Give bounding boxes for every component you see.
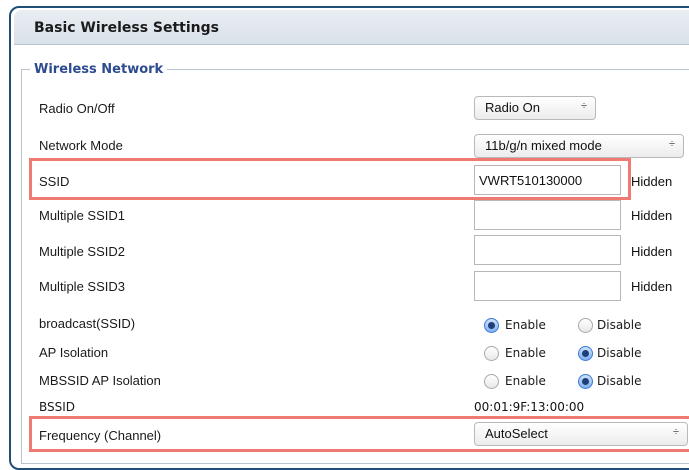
mbssid-enable-label: Enable (505, 374, 546, 388)
ap-isolation-enable-label: Enable (505, 346, 546, 360)
radio-onoff-value: Radio On (485, 100, 540, 115)
broadcast-ssid-label: broadcast(SSID) (39, 316, 136, 331)
ap-isolation-disable-radio[interactable] (578, 346, 593, 361)
ap-isolation-label: AP Isolation (39, 345, 109, 360)
bssid-value: 00:01:9F:13:00:00 (474, 400, 585, 414)
ap-isolation-enable-radio[interactable] (484, 346, 499, 361)
mbssid-ap-isolation-label: MBSSID AP Isolation (39, 373, 161, 388)
multiple-ssid1-label: Multiple SSID1 (39, 208, 125, 223)
multiple-ssid2-input[interactable] (474, 235, 621, 265)
frequency-highlight-box (29, 416, 689, 452)
mbssid-enable-radio[interactable] (484, 374, 499, 389)
broadcast-disable-label: Disable (597, 318, 642, 332)
multiple-ssid3-label: Multiple SSID3 (39, 279, 125, 294)
broadcast-disable-radio[interactable] (578, 318, 593, 333)
mbssid-disable-radio[interactable] (578, 374, 593, 389)
panel-header: Basic Wireless Settings (14, 10, 689, 45)
multiple-ssid3-input[interactable] (474, 271, 621, 301)
multiple-ssid1-hidden-label: Hidden (631, 208, 673, 223)
bssid-label: BSSID (39, 400, 76, 414)
broadcast-enable-radio[interactable] (484, 318, 499, 333)
ssid-highlight-box (29, 158, 631, 200)
multiple-ssid2-label: Multiple SSID2 (39, 244, 125, 259)
multiple-ssid3-hidden-label: Hidden (631, 279, 673, 294)
panel-title: Basic Wireless Settings (34, 20, 219, 36)
radio-onoff-select[interactable]: Radio On ÷ (474, 96, 596, 120)
ap-isolation-disable-label: Disable (597, 346, 642, 360)
network-mode-value: 11b/g/n mixed mode (485, 138, 602, 153)
broadcast-enable-label: Enable (505, 318, 546, 332)
updown-arrows-icon: ÷ (668, 138, 675, 150)
multiple-ssid2-hidden-label: Hidden (631, 244, 673, 259)
radio-onoff-label: Radio On/Off (39, 101, 115, 116)
mbssid-disable-label: Disable (597, 374, 642, 388)
multiple-ssid1-input[interactable] (474, 200, 621, 230)
wireless-network-legend: Wireless Network (34, 62, 164, 77)
network-mode-select[interactable]: 11b/g/n mixed mode ÷ (474, 134, 684, 158)
ssid-hidden-label: Hidden (631, 174, 673, 189)
network-mode-label: Network Mode (39, 138, 123, 153)
updown-arrows-icon: ÷ (580, 100, 587, 112)
